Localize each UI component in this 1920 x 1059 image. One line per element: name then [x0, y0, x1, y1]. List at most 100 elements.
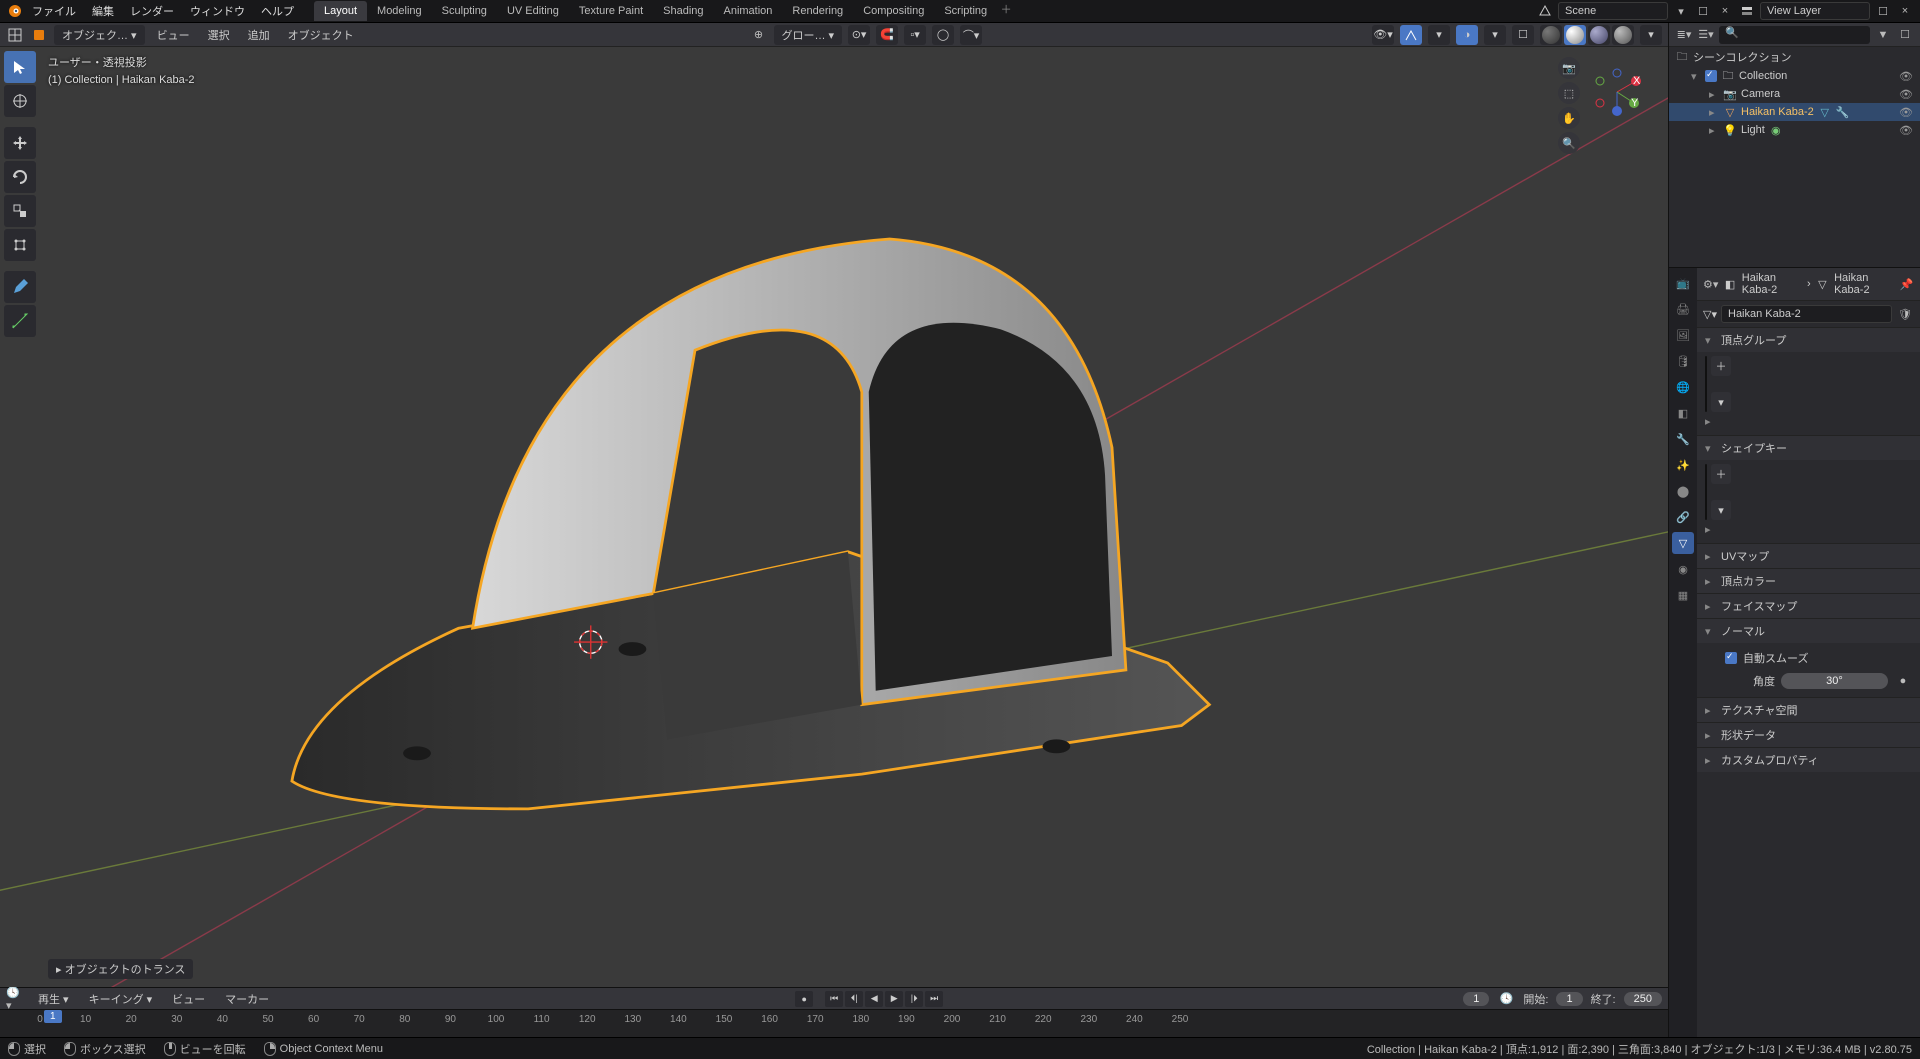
- panel-custom-props[interactable]: ▸カスタムプロパティ: [1697, 748, 1920, 772]
- breadcrumb-data[interactable]: Haikan Kaba-2: [1834, 272, 1893, 296]
- timeline-view-menu[interactable]: ビュー: [166, 989, 211, 1009]
- operator-panel-collapsed[interactable]: ▸ オブジェクトのトランス: [48, 959, 193, 979]
- jump-start-icon[interactable]: ⏮: [825, 991, 843, 1007]
- play-icon[interactable]: ▶: [885, 991, 903, 1007]
- outliner-item-light[interactable]: ▸ 💡 Light ◉ 👁: [1669, 121, 1920, 139]
- visibility-eye-icon[interactable]: 👁: [1898, 70, 1914, 83]
- angle-field[interactable]: 30°: [1781, 673, 1888, 689]
- current-frame-field[interactable]: 1: [1463, 992, 1489, 1006]
- shape-key-add-button[interactable]: ＋: [1711, 464, 1731, 484]
- play-reverse-icon[interactable]: ◀: [865, 991, 883, 1007]
- panel-texture-space[interactable]: ▸テクスチャ空間: [1697, 698, 1920, 722]
- pin-icon[interactable]: 📌: [1899, 275, 1914, 293]
- marker-menu[interactable]: マーカー: [219, 989, 275, 1009]
- panel-shape-keys[interactable]: ▾シェイプキー: [1697, 436, 1920, 460]
- visibility-dropdown[interactable]: 👁▾: [1372, 25, 1394, 45]
- auto-smooth-checkbox[interactable]: [1725, 652, 1737, 664]
- axis-gizmo[interactable]: X Y: [1592, 67, 1642, 117]
- viewlayer-name-field[interactable]: View Layer: [1760, 2, 1870, 20]
- shape-key-specials-button[interactable]: ▾: [1711, 500, 1731, 520]
- tab-shading[interactable]: Shading: [653, 1, 713, 21]
- proportional-dropdown[interactable]: ⌒▾: [960, 25, 982, 45]
- ptab-scene[interactable]: 🛢: [1672, 350, 1694, 372]
- use-preview-range-icon[interactable]: 🕓: [1497, 990, 1515, 1008]
- tab-compositing[interactable]: Compositing: [853, 1, 934, 21]
- ptab-particles[interactable]: ✨: [1672, 454, 1694, 476]
- outliner-filter-icon[interactable]: ▼: [1874, 26, 1892, 44]
- orientation-dropdown[interactable]: グロー… ▾: [774, 25, 843, 45]
- add-workspace-button[interactable]: ＋: [997, 1, 1015, 21]
- panel-geometry-data[interactable]: ▸形状データ: [1697, 723, 1920, 747]
- tab-scripting[interactable]: Scripting: [934, 1, 997, 21]
- end-frame-field[interactable]: 250: [1624, 992, 1662, 1006]
- panel-face-maps[interactable]: ▸フェイスマップ: [1697, 594, 1920, 618]
- menu-help[interactable]: ヘルプ: [253, 0, 302, 22]
- menu-render[interactable]: レンダー: [122, 0, 182, 22]
- pivot-dropdown[interactable]: ⊙▾: [848, 25, 870, 45]
- keyframe-next-icon[interactable]: |⏵: [905, 991, 923, 1007]
- outliner-display-mode-icon[interactable]: ☰▾: [1697, 26, 1715, 44]
- vertex-group-add-button[interactable]: ＋: [1711, 356, 1731, 376]
- object-menu[interactable]: オブジェクト: [282, 25, 360, 45]
- panel-vertex-groups[interactable]: ▾頂点グループ: [1697, 328, 1920, 352]
- menu-file[interactable]: ファイル: [24, 0, 84, 22]
- proportional-toggle[interactable]: ◯: [932, 25, 954, 45]
- tool-transform[interactable]: [4, 229, 36, 261]
- tab-modeling[interactable]: Modeling: [367, 1, 432, 21]
- snap-toggle[interactable]: 🧲: [876, 25, 898, 45]
- tab-layout[interactable]: Layout: [314, 1, 367, 21]
- timeline-ruler[interactable]: 1 01020304050607080901001101201301401501…: [0, 1009, 1668, 1037]
- view-menu[interactable]: ビュー: [151, 25, 196, 45]
- tool-annotate[interactable]: [4, 271, 36, 303]
- tab-rendering[interactable]: Rendering: [782, 1, 853, 21]
- scene-name-field[interactable]: Scene: [1558, 2, 1668, 20]
- ptab-world[interactable]: 🌐: [1672, 376, 1694, 398]
- jump-end-icon[interactable]: ⏭: [925, 991, 943, 1007]
- start-frame-field[interactable]: 1: [1556, 992, 1582, 1006]
- add-menu[interactable]: 追加: [242, 25, 276, 45]
- tool-measure[interactable]: [4, 305, 36, 337]
- snap-dropdown[interactable]: ▫▾: [904, 25, 926, 45]
- tool-scale[interactable]: [4, 195, 36, 227]
- viewlayer-new-icon[interactable]: ☐: [1874, 2, 1892, 20]
- 3d-viewport[interactable]: ユーザー・透視投影 (1) Collection | Haikan Kaba-2…: [0, 47, 1668, 987]
- xray-toggle[interactable]: ☐: [1512, 25, 1534, 45]
- mode-dropdown[interactable]: オブジェク… ▾: [54, 25, 145, 45]
- ptab-texture[interactable]: ▦: [1672, 584, 1694, 606]
- playback-menu[interactable]: 再生 ▾: [32, 989, 75, 1009]
- keyframe-prev-icon[interactable]: ⏴|: [845, 991, 863, 1007]
- tab-uv-editing[interactable]: UV Editing: [497, 1, 569, 21]
- breadcrumb-object[interactable]: Haikan Kaba-2: [1742, 272, 1801, 296]
- outliner-collection[interactable]: ▾ 🗀 Collection 👁: [1669, 67, 1920, 85]
- collection-enable-checkbox[interactable]: [1705, 70, 1717, 82]
- ptab-physics[interactable]: ⬤: [1672, 480, 1694, 502]
- shading-rendered-icon[interactable]: [1612, 25, 1634, 45]
- ptab-viewlayer[interactable]: 🖼: [1672, 324, 1694, 346]
- ptab-modifiers[interactable]: 🔧: [1672, 428, 1694, 450]
- data-name-input[interactable]: [1721, 305, 1892, 323]
- ptab-data[interactable]: ▽: [1672, 532, 1694, 554]
- angle-animate-icon[interactable]: ●: [1894, 672, 1912, 690]
- outliner-item-mesh[interactable]: ▸ ▽ Haikan Kaba-2 ▽ 🔧 👁: [1669, 103, 1920, 121]
- autokey-toggle[interactable]: ●: [795, 991, 813, 1007]
- tool-move[interactable]: [4, 127, 36, 159]
- editor-type-icon[interactable]: ⚙▾: [1703, 275, 1718, 293]
- ptab-object[interactable]: ◧: [1672, 402, 1694, 424]
- outliner-item-camera[interactable]: ▸ 📷 Camera 👁: [1669, 85, 1920, 103]
- shading-solid-icon[interactable]: [1564, 25, 1586, 45]
- nav-pan-icon[interactable]: ✋: [1558, 107, 1580, 129]
- outliner-editor-icon[interactable]: ≣▾: [1675, 26, 1693, 44]
- shield-fake-user-icon[interactable]: 🛡: [1896, 305, 1914, 323]
- timeline-editor-icon[interactable]: 🕓▾: [6, 990, 24, 1008]
- tab-animation[interactable]: Animation: [714, 1, 783, 21]
- shading-options-dropdown[interactable]: ▾: [1640, 25, 1662, 45]
- visibility-eye-icon[interactable]: 👁: [1898, 124, 1914, 137]
- shading-wireframe-icon[interactable]: [1540, 25, 1562, 45]
- panel-vertex-colors[interactable]: ▸頂点カラー: [1697, 569, 1920, 593]
- ptab-constraints[interactable]: 🔗: [1672, 506, 1694, 528]
- tab-texture-paint[interactable]: Texture Paint: [569, 1, 653, 21]
- gizmo-dropdown[interactable]: ▾: [1428, 25, 1450, 45]
- outliner-search[interactable]: 🔍: [1719, 26, 1870, 44]
- keying-menu[interactable]: キーイング ▾: [83, 989, 159, 1009]
- vertex-group-specials-button[interactable]: ▾: [1711, 392, 1731, 412]
